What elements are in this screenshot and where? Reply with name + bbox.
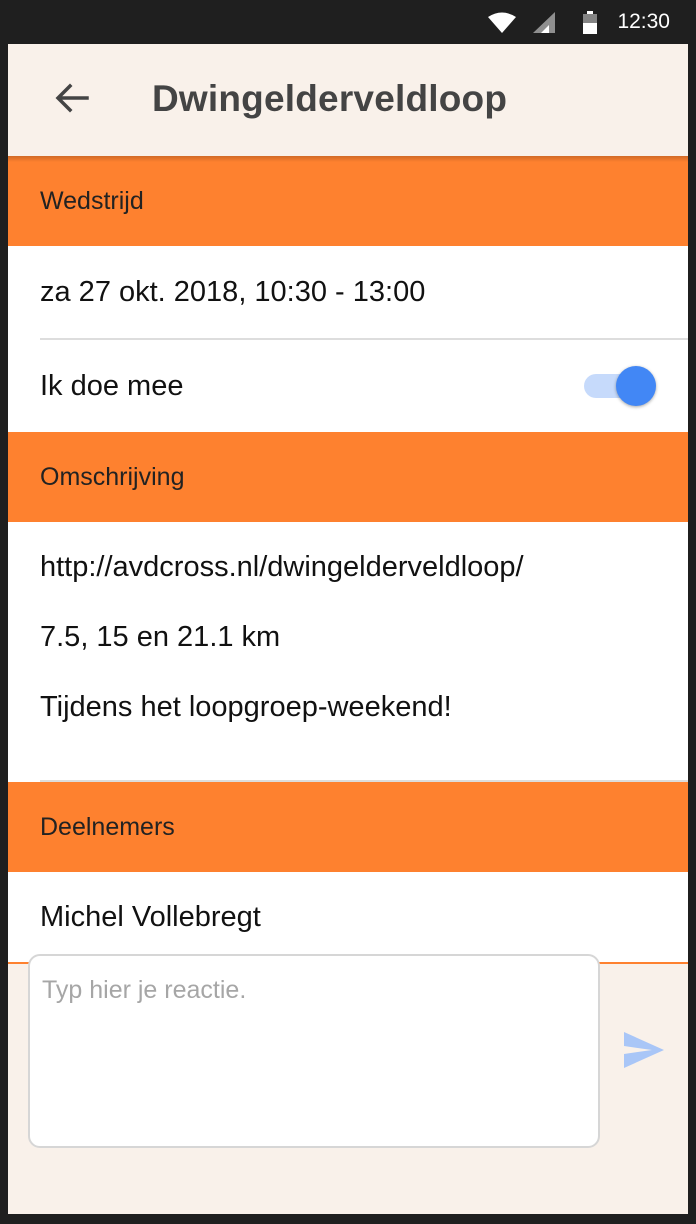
app-screen: Dwingelderveldloop Wedstrijd za 27 okt. … [8, 44, 688, 1214]
toggle-knob [616, 366, 656, 406]
event-datetime: za 27 okt. 2018, 10:30 - 13:00 [40, 275, 426, 308]
send-button[interactable] [620, 1028, 668, 1076]
participant-name: Michel Vollebregt [40, 900, 261, 933]
page-title: Dwingelderveldloop [152, 78, 508, 119]
participant-row: Michel Vollebregt [8, 872, 688, 962]
description-distances: 7.5, 15 en 21.1 km [40, 621, 281, 653]
section-header-omschrijving: Omschrijving [8, 432, 688, 522]
section-header-wedstrijd: Wedstrijd [8, 156, 688, 246]
event-details: Wedstrijd za 27 okt. 2018, 10:30 - 13:00… [8, 156, 688, 964]
signal-icon [533, 12, 557, 39]
arrow-left-icon [55, 83, 89, 118]
description-note: Tijdens het loopgroep-weekend! [40, 691, 452, 723]
participate-row[interactable]: Ik doe mee [8, 340, 688, 432]
battery-icon [582, 11, 598, 40]
event-datetime-row: za 27 okt. 2018, 10:30 - 13:00 [8, 246, 688, 338]
comment-input[interactable] [30, 956, 598, 1146]
divider [8, 780, 688, 782]
section-header-deelnemers: Deelnemers [8, 782, 688, 872]
status-time: 12:30 [617, 10, 670, 33]
description-link[interactable]: http://avdcross.nl/dwingelderveldloop/ [40, 550, 656, 620]
app-bar-shadow [8, 156, 688, 162]
comment-box [28, 954, 600, 1148]
description-block: http://avdcross.nl/dwingelderveldloop/ 7… [8, 522, 688, 780]
wifi-icon [488, 12, 516, 39]
app-bar: Dwingelderveldloop [8, 44, 688, 156]
send-icon [622, 1030, 666, 1075]
back-button[interactable] [52, 80, 92, 120]
status-bar: 12:30 [0, 0, 696, 44]
participate-toggle[interactable] [584, 366, 656, 406]
participate-label: Ik doe mee [40, 369, 184, 402]
